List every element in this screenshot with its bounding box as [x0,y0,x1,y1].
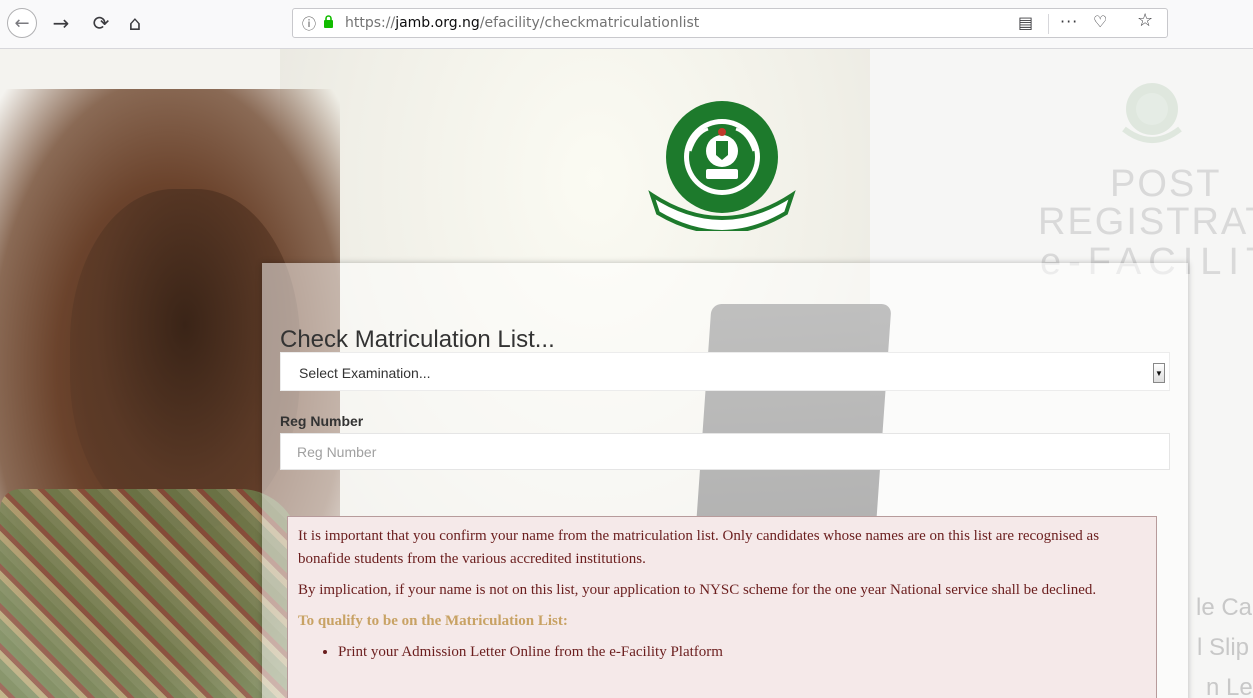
watermark-registration: REGISTRATIC [1038,201,1253,243]
site-info-icon[interactable]: ⓘ [302,14,316,34]
home-button[interactable]: ⌂ [120,8,150,38]
url-divider [1048,14,1049,34]
qualify-list: Print your Admission Letter Online from … [298,641,1146,664]
forward-button[interactable]: → [46,8,76,38]
home-icon: ⌂ [128,11,142,35]
back-arrow-icon: ← [14,12,30,34]
reload-button[interactable]: ⟳ [86,8,116,38]
reg-number-label: Reg Number [280,413,364,429]
notice-paragraph-1: It is important that you confirm your na… [298,528,1100,567]
lock-icon [324,15,333,28]
watermark-side-slip: l Slip Pri [1197,634,1253,661]
page-content: POST REGISTRATIC e-FACILIT le Card l Sli… [0,49,1253,698]
url-prefix: https:// [345,15,396,31]
qualify-heading: To qualify to be on the Matriculation Li… [298,613,568,629]
reader-view-icon[interactable]: ▤ [1018,13,1033,32]
chevron-down-icon[interactable]: ▼ [1153,363,1165,383]
matriculation-notice: It is important that you confirm your na… [287,516,1157,698]
watermark-post: POST [1110,163,1222,205]
notice-paragraph-2: By implication, if your name is not on t… [298,582,1097,598]
url-path: /efacility/checkmatriculationlist [479,15,700,31]
reg-number-input[interactable] [280,433,1170,470]
url-bar[interactable]: ⓘ https://jamb.org.ng/efacility/checkmat… [292,8,1168,38]
reload-icon: ⟳ [92,11,110,35]
matriculation-form-card: Check Matriculation List... Select Exami… [262,263,1188,698]
examination-select[interactable]: Select Examination... ▼ [280,352,1170,391]
browser-toolbar: ← → ⟳ ⌂ ⓘ https://jamb.org.ng/efacility/… [0,0,1253,49]
background-shirt [0,489,300,698]
forward-arrow-icon: → [52,11,70,35]
watermark-seal-icon [1122,83,1182,143]
page-title: Check Matriculation List... [280,326,555,353]
watermark-side-letter: n Letter [1206,674,1253,698]
watermark-side-card: le Card [1196,594,1253,621]
url-host: jamb.org.ng [395,15,480,31]
list-item: Print your Admission Letter Online from … [338,641,1146,664]
bookmark-star-icon[interactable]: ☆ [1137,10,1153,31]
page-actions-icon[interactable]: ··· [1060,12,1078,31]
jamb-logo [648,101,796,231]
url-text[interactable]: https://jamb.org.ng/efacility/checkmatri… [345,15,699,31]
pocket-icon[interactable]: ♡ [1093,12,1107,31]
back-button[interactable]: ← [7,8,37,38]
examination-select-value: Select Examination... [299,365,431,381]
